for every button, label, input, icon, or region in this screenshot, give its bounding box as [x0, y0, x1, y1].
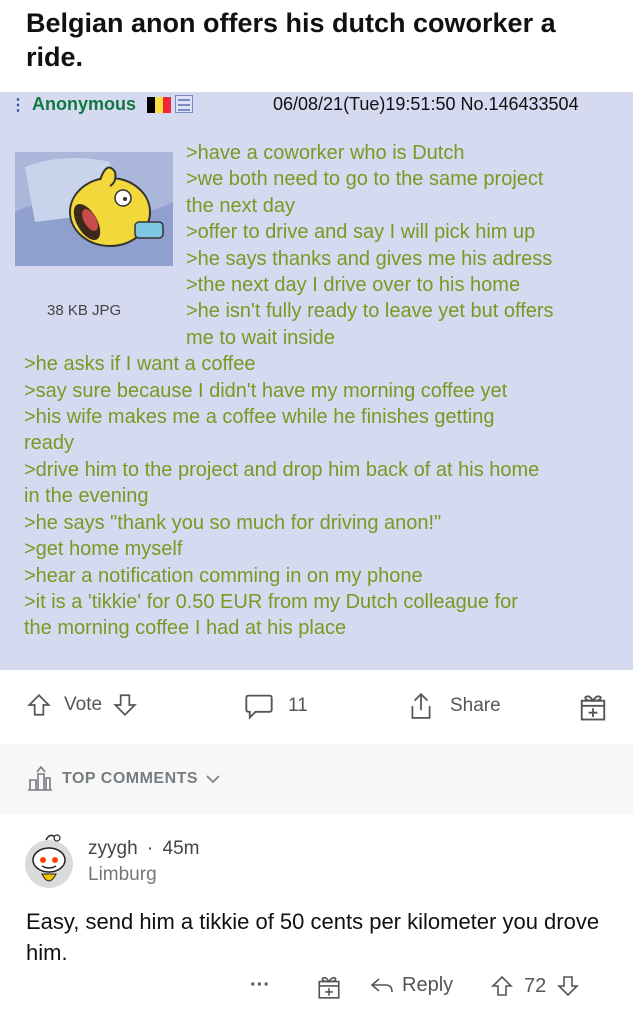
greentext-line: the morning coffee I had at his place [24, 617, 347, 640]
greentext-line: >he asks if I want a coffee [24, 353, 256, 376]
greentext-line: >we both need to go to the same project [186, 168, 544, 191]
award-button[interactable] [578, 692, 608, 722]
greentext-line: the next day [186, 194, 295, 217]
comment-award-button[interactable] [316, 974, 342, 1000]
greentext-line: >he isn't fully ready to leave yet but o… [186, 300, 554, 323]
user-flair: Limburg [88, 864, 157, 885]
top-rocket-icon [28, 766, 52, 791]
greentext-line: >he says thanks and gives me his adress [186, 247, 553, 270]
post-title: Belgian anon offers his dutch coworker a… [26, 8, 556, 72]
greentext-body: >have a coworker who is Dutch >we both n… [0, 140, 620, 642]
greentext-line: >drive him to the project and drop him b… [24, 458, 540, 481]
comment-body: Easy, send him a tikkie of 50 cents per … [26, 909, 600, 965]
post-action-bar: Vote 11 Share [0, 670, 633, 744]
vote-label: Vote [64, 694, 103, 715]
comments-count: 11 [288, 695, 308, 716]
greentext-line: >have a coworker who is Dutch [186, 142, 465, 164]
upvote-icon[interactable] [490, 974, 514, 998]
comments-button[interactable]: 11 [244, 692, 308, 720]
greentext-line: >the next day I drive over to his home [186, 274, 521, 297]
greentext-line: >his wife makes me a coffee while he fin… [24, 406, 495, 429]
greentext-line: in the evening [24, 485, 149, 508]
meta-dot: · [146, 838, 154, 859]
more-options-button[interactable]: ··· [250, 974, 270, 997]
comment-card: zyygh · 45m Limburg Easy, send him a tik… [0, 814, 633, 1024]
greentext-line: ready [24, 432, 75, 455]
greentext-screenshot: ⋮ Anonymous 06/08/21(Tue)19:51:50 No.146… [0, 92, 633, 670]
chevron-down-icon [206, 775, 220, 784]
poster-name: Anonymous [32, 94, 137, 114]
comment-age: 45m [162, 838, 200, 859]
share-button[interactable]: Share [408, 692, 501, 720]
sort-comments-button[interactable]: TOP COMMENTS [26, 766, 220, 792]
comment-author-line: zyygh · 45m [88, 838, 200, 860]
downvote-icon[interactable] [556, 974, 580, 998]
reply-button[interactable]: Reply [370, 974, 453, 997]
top-comments-header: TOP COMMENTS [0, 744, 633, 814]
comment-vote-control: 72 [490, 974, 580, 998]
comment-action-bar: ··· Reply 72 [0, 974, 633, 1010]
comment-score: 72 [524, 974, 547, 997]
avatar[interactable] [24, 830, 74, 890]
upvote-icon[interactable] [26, 692, 52, 718]
gift-award-icon [580, 695, 606, 721]
greentext-line: >say sure because I didn't have my morni… [24, 379, 508, 402]
share-icon [411, 692, 431, 719]
greentext-line: >hear a notification comming in on my ph… [24, 564, 423, 587]
greentext-line: >it is a 'tikkie' for 0.50 EUR from my D… [24, 590, 518, 613]
comment-username[interactable]: zyygh [88, 838, 138, 859]
greentext-line: >offer to drive and say I will pick him … [186, 221, 536, 244]
greentext-line: me to wait inside [186, 326, 335, 349]
gift-award-icon [318, 976, 340, 999]
post-header: ⋮ Anonymous 06/08/21(Tue)19:51:50 No.146… [0, 92, 633, 118]
share-label: Share [450, 695, 501, 716]
greentext-line: >he says "thank you so much for driving … [24, 511, 442, 534]
reply-label: Reply [402, 974, 454, 996]
post-datetime-number: 06/08/21(Tue)19:51:50 No.146433504 [273, 94, 579, 114]
reply-arrow-icon [370, 977, 393, 992]
post-menu-icon[interactable]: ⋮ [10, 95, 26, 115]
comment-bubble-icon [245, 694, 273, 720]
downvote-icon[interactable] [112, 692, 138, 718]
poll-flag-icon [175, 95, 193, 113]
belgium-flag-icon [147, 97, 171, 113]
vote-control: Vote [26, 692, 138, 718]
top-comments-label: TOP COMMENTS [62, 770, 199, 787]
greentext-line: >get home myself [24, 538, 183, 561]
